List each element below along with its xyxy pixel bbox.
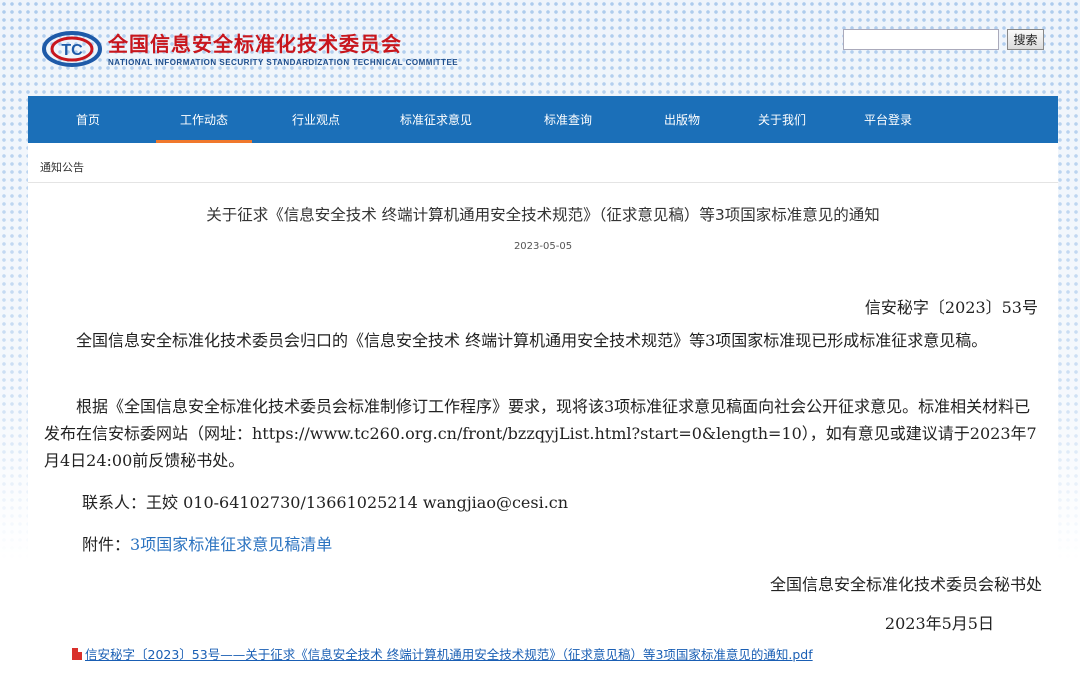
search-input[interactable] xyxy=(843,29,999,50)
tc-logo-icon: TC xyxy=(42,28,104,70)
pdf-link-text[interactable]: 信安秘字〔2023〕53号——关于征求《信息安全技术 终端计算机通用安全技术规范… xyxy=(85,644,813,663)
nav-publications[interactable]: 出版物 xyxy=(636,96,728,143)
breadcrumb-bar: 通知公告 xyxy=(28,143,1058,183)
article-date: 2023-05-05 xyxy=(513,241,573,252)
attachment-line: 附件：3项国家标准征求意见稿清单 xyxy=(82,531,332,558)
search-button[interactable]: 搜索 xyxy=(1007,29,1044,50)
nav-work-news[interactable]: 工作动态 xyxy=(156,96,252,143)
article-title: 关于征求《信息安全技术 终端计算机通用安全技术规范》（征求意见稿）等3项国家标准… xyxy=(206,206,880,224)
nav-home[interactable]: 首页 xyxy=(28,96,148,143)
article-content: 关于征求《信息安全技术 终端计算机通用安全技术规范》（征求意见稿）等3项国家标准… xyxy=(28,183,1058,563)
attachment-link[interactable]: 3项国家标准征求意见稿清单 xyxy=(130,535,332,554)
main-nav: 首页 工作动态 行业观点 标准征求意见 标准查询 出版物 关于我们 平台登录 xyxy=(28,96,1058,143)
nav-industry-views[interactable]: 行业观点 xyxy=(260,96,372,143)
logo-title-cn: 全国信息安全标准化技术委员会 xyxy=(108,31,402,56)
paragraph-details: 根据《全国信息安全标准化技术委员会标准制修订工作程序》要求，现将该3项标准征求意… xyxy=(44,397,1037,470)
signature-org: 全国信息安全标准化技术委员会秘书处 xyxy=(769,575,1042,594)
svg-text:TC: TC xyxy=(61,42,83,59)
nav-standards-comments[interactable]: 标准征求意见 xyxy=(372,96,500,143)
document-number: 信安秘字〔2023〕53号 xyxy=(864,298,1038,317)
attachment-label: 附件： xyxy=(82,535,131,554)
nav-standards-query[interactable]: 标准查询 xyxy=(500,96,636,143)
site-header: TC 全国信息安全标准化技术委员会 NATIONAL INFORMATION S… xyxy=(0,0,1080,96)
signature-date: 2023年5月5日 xyxy=(884,614,994,633)
nav-platform-login[interactable]: 平台登录 xyxy=(836,96,940,143)
contact-info: 联系人：王姣 010-64102730/13661025214 wangjiao… xyxy=(82,493,569,512)
pdf-icon xyxy=(72,647,82,660)
paragraph-intro: 全国信息安全标准化技术委员会归口的《信息安全技术 终端计算机通用安全技术规范》等… xyxy=(76,331,988,350)
logo-title-en: NATIONAL INFORMATION SECURITY STANDARDIZ… xyxy=(108,57,459,67)
pdf-download-link[interactable]: 信安秘字〔2023〕53号——关于征求《信息安全技术 终端计算机通用安全技术规范… xyxy=(72,644,813,663)
nav-about-us[interactable]: 关于我们 xyxy=(728,96,836,143)
site-logo[interactable]: TC 全国信息安全标准化技术委员会 NATIONAL INFORMATION S… xyxy=(42,28,458,70)
breadcrumb[interactable]: 通知公告 xyxy=(40,159,84,175)
